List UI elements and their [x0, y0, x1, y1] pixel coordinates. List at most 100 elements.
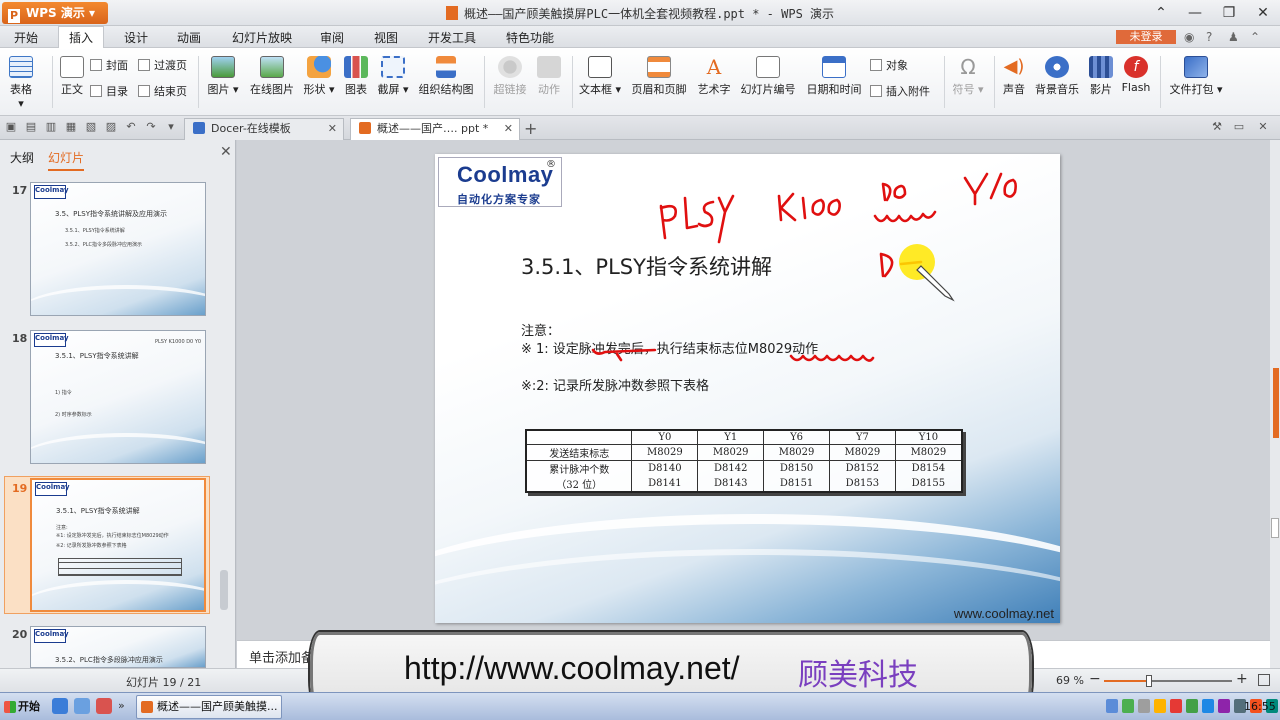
save-icon[interactable]: ▤: [24, 120, 38, 134]
object-button[interactable]: 对象: [870, 58, 908, 74]
movie-button[interactable]: 影片: [1086, 56, 1116, 97]
screenshot-button[interactable]: 截屏 ▾: [376, 56, 410, 97]
tray-icon[interactable]: [1186, 699, 1198, 713]
tab-restore-icon[interactable]: ▭: [1232, 120, 1246, 134]
datetime-button[interactable]: 日期和时间: [804, 56, 864, 97]
pulse-register-table[interactable]: Y0 Y1 Y6 Y7 Y10 发送结束标志 M8029 M8029 M8029…: [525, 429, 963, 493]
print-preview-icon[interactable]: ▧: [84, 120, 98, 134]
maximize-button[interactable]: ❐: [1212, 0, 1246, 26]
action-button[interactable]: 动作: [534, 56, 564, 97]
tab-slides[interactable]: 幻灯片: [48, 149, 85, 171]
undo-icon[interactable]: ↶: [124, 120, 138, 134]
canvas-scrollbar[interactable]: [1270, 140, 1280, 668]
menu-insert[interactable]: 插入: [58, 26, 105, 48]
online-picture-button[interactable]: 在线图片: [248, 56, 296, 97]
slide-thumbnail[interactable]: Coolmay 3.5、PLSY指令系统讲解及应用演示 3.5.1、PLSY指令…: [30, 182, 206, 316]
current-slide[interactable]: Coolmay ® 自动化方案专家 3.5.1、PLSY指令系统讲解 注意： ※…: [435, 154, 1060, 623]
close-button[interactable]: ✕: [1246, 0, 1280, 26]
slide-thumbnail[interactable]: Coolmay 3.5.1、PLSY指令系统讲解 PLSY K1000 D0 Y…: [30, 330, 206, 464]
tray-icon[interactable]: [1106, 699, 1118, 713]
taskbar-wps-window[interactable]: 概述——国产顾美触摸...: [136, 695, 282, 719]
tray-icon[interactable]: [1138, 699, 1150, 713]
fit-window-icon[interactable]: [1258, 674, 1270, 686]
tray-icon[interactable]: [1218, 699, 1230, 713]
header-footer-button[interactable]: 页眉和页脚: [630, 56, 688, 97]
tab-close-icon[interactable]: ✕: [1256, 120, 1270, 134]
taskbar-chevron-icon[interactable]: »: [118, 698, 128, 714]
quick-access-dropdown-icon[interactable]: ▾: [164, 120, 178, 134]
chart-button[interactable]: 图表: [342, 56, 370, 97]
tab-outline[interactable]: 大纲: [10, 149, 34, 166]
export-pdf-icon[interactable]: ▥: [44, 120, 58, 134]
slide-thumbnail[interactable]: Coolmay 3.5.2、PLC指令多段脉冲应用演示: [30, 626, 206, 668]
ie-icon[interactable]: [52, 698, 68, 714]
zoom-in-button[interactable]: +: [1236, 671, 1248, 687]
tray-icon[interactable]: [1122, 699, 1134, 713]
close-tab-icon[interactable]: ✕: [504, 119, 513, 139]
shirt-icon[interactable]: ♟: [1228, 30, 1240, 44]
tray-icon[interactable]: [1202, 699, 1214, 713]
hyperlink-button[interactable]: 超链接: [490, 56, 530, 97]
panel-scroll-thumb[interactable]: [220, 570, 228, 610]
menu-view[interactable]: 视图: [374, 29, 398, 46]
menu-review[interactable]: 审阅: [320, 29, 344, 46]
slide-thumbnail-selected[interactable]: Coolmay 3.5.1、PLSY指令系统讲解 注意: ※1: 设定脉冲发完后…: [30, 478, 206, 612]
slide-number-button[interactable]: 幻灯片编号: [738, 56, 798, 97]
panel-scrollbar[interactable]: [218, 180, 230, 664]
panel-close-icon[interactable]: ✕: [220, 144, 232, 160]
note-line-2[interactable]: ※:2: 记录所发脉冲数参照下表格: [521, 375, 709, 394]
textbox-button[interactable]: 文本框 ▾: [576, 56, 624, 97]
menu-animation[interactable]: 动画: [177, 29, 201, 46]
menu-start[interactable]: 开始: [14, 29, 38, 46]
tray-icon[interactable]: [1154, 699, 1166, 713]
tab-document[interactable]: 概述——国产…. ppt * ✕: [350, 118, 520, 140]
sound-button[interactable]: ◀) 声音: [998, 56, 1030, 97]
close-tab-icon[interactable]: ✕: [328, 119, 337, 139]
spellcheck-icon[interactable]: ▨: [104, 120, 118, 134]
zoom-slider[interactable]: [1104, 675, 1232, 687]
insert-attachment-button[interactable]: 插入附件: [870, 84, 930, 100]
ribbon-collapse-icon[interactable]: ⌃: [1144, 0, 1178, 26]
transition-page-button[interactable]: 过渡页: [138, 58, 187, 74]
open-folder-icon[interactable]: ▣: [4, 120, 18, 134]
canvas-scroll-thumb[interactable]: [1271, 518, 1279, 538]
tab-docer-templates[interactable]: Docer-在线模板 ✕: [184, 118, 344, 140]
note-heading[interactable]: 注意：: [521, 320, 560, 339]
app-shortcut-icon[interactable]: [96, 698, 112, 714]
zoom-slider-handle[interactable]: [1145, 675, 1152, 687]
header-footer-icon: [647, 56, 671, 78]
bg-music-button[interactable]: 背景音乐: [1032, 56, 1082, 97]
note-line-1[interactable]: ※ 1: 设定脉冲发完后，执行结束标志位M8029动作: [521, 338, 818, 357]
table-button[interactable]: 表格 ▾: [6, 56, 36, 110]
start-button[interactable]: 开始: [2, 696, 44, 718]
end-page-button[interactable]: 结束页: [138, 84, 187, 100]
menu-developer[interactable]: 开发工具: [428, 29, 476, 46]
zoom-level[interactable]: 69 %: [1056, 674, 1084, 687]
redo-icon[interactable]: ↷: [144, 120, 158, 134]
menu-design[interactable]: 设计: [124, 29, 148, 46]
new-tab-icon[interactable]: +: [524, 119, 537, 138]
desktop-icon[interactable]: [74, 698, 90, 714]
picture-button[interactable]: 图片 ▾: [204, 56, 242, 97]
toc-button[interactable]: 目录: [90, 84, 128, 100]
flash-button[interactable]: f Flash: [1118, 56, 1154, 94]
wordart-button[interactable]: A 艺术字: [696, 56, 732, 97]
tab-tool-icon[interactable]: ⚒: [1210, 120, 1224, 134]
body-button[interactable]: 正文: [56, 56, 88, 97]
minimize-button[interactable]: —: [1178, 0, 1212, 26]
shapes-button[interactable]: 形状 ▾: [302, 56, 336, 97]
menu-collapse-icon[interactable]: ⌃: [1250, 30, 1262, 44]
print-icon[interactable]: ▦: [64, 120, 78, 134]
symbol-button[interactable]: Ω 符号 ▾: [948, 56, 988, 97]
tray-icon[interactable]: [1170, 699, 1182, 713]
menu-slideshow[interactable]: 幻灯片放映: [232, 29, 292, 46]
slide-title[interactable]: 3.5.1、PLSY指令系统讲解: [521, 251, 772, 281]
cover-button[interactable]: 封面: [90, 58, 128, 74]
help-icon[interactable]: ?: [1206, 30, 1218, 44]
skin-icon[interactable]: ◉: [1184, 30, 1196, 44]
login-button[interactable]: 未登录: [1116, 30, 1176, 44]
menu-special[interactable]: 特色功能: [506, 29, 554, 46]
zoom-out-button[interactable]: −: [1089, 671, 1101, 687]
package-button[interactable]: 文件打包 ▾: [1166, 56, 1226, 97]
org-chart-button[interactable]: 组织结构图: [416, 56, 476, 97]
